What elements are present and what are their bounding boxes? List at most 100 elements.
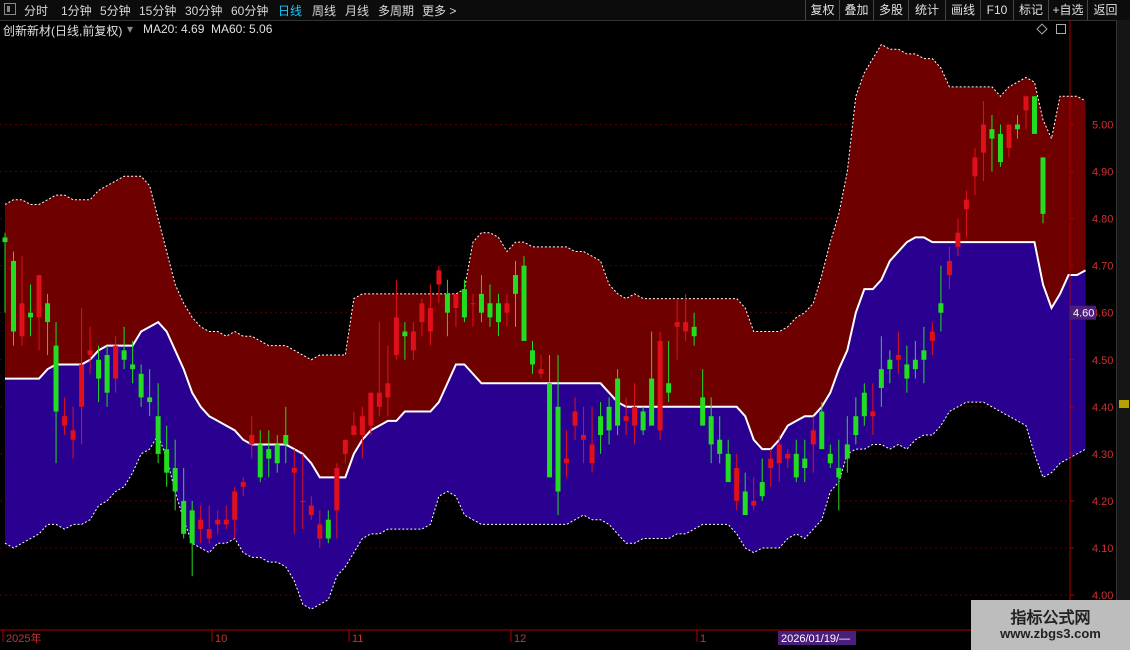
candle-body <box>768 458 774 468</box>
candle-body <box>717 439 723 454</box>
candle-body <box>62 416 68 426</box>
candle-body <box>351 425 357 436</box>
candle-body <box>385 383 391 398</box>
candle-body <box>495 303 501 323</box>
candle-body <box>938 303 944 313</box>
candle-body <box>836 467 842 478</box>
candle-body <box>453 293 459 308</box>
ma60-value: MA60: 5.06 <box>211 22 273 36</box>
candle-body <box>266 449 272 459</box>
candle-body <box>147 397 153 403</box>
candle-body <box>538 369 544 374</box>
watermark: 指标公式网 www.zbgs3.com <box>971 600 1130 650</box>
candle-body <box>734 467 740 501</box>
candle-body <box>257 444 263 478</box>
candle-body <box>980 124 986 153</box>
candle-body <box>45 303 51 323</box>
candle-body <box>164 449 170 473</box>
candle-body <box>802 458 808 468</box>
ma20-value: MA20: 4.69 <box>143 22 205 36</box>
candle-body <box>606 406 612 431</box>
candle-body <box>1014 124 1020 130</box>
candle-body <box>776 444 782 464</box>
candle-body <box>649 378 655 426</box>
candle-body <box>759 482 765 497</box>
candle-body <box>870 411 876 417</box>
candle-body <box>751 500 757 506</box>
candle-body <box>572 411 578 426</box>
candle-body <box>419 303 425 323</box>
candle-body <box>130 364 136 370</box>
candle-body <box>530 350 536 365</box>
candle-body <box>308 505 314 516</box>
candle-body <box>325 519 331 539</box>
candle-body <box>334 467 340 511</box>
candle-body <box>955 232 961 247</box>
candle-body <box>138 373 144 398</box>
candle-body <box>444 293 450 313</box>
watermark-url: www.zbgs3.com <box>1000 626 1101 641</box>
candle-body <box>461 289 467 318</box>
candle-body <box>198 519 204 530</box>
candle-body <box>113 345 119 379</box>
candle-body <box>240 482 246 487</box>
candle-body <box>929 331 935 341</box>
candle-body <box>853 416 859 436</box>
candle-body <box>861 392 867 417</box>
candle-body <box>11 260 17 332</box>
candle-body <box>555 406 561 492</box>
candle-body <box>232 491 238 520</box>
candle-body <box>632 406 638 426</box>
candle-body <box>223 519 229 525</box>
candle-body <box>972 157 978 177</box>
stock-title: 创新新材(日线,前复权) <box>3 24 123 38</box>
candle-body <box>598 416 604 436</box>
candle-body <box>121 350 127 360</box>
price-tick-label: 4.20 <box>1092 496 1113 508</box>
candle-body <box>79 364 85 407</box>
price-tick-label: 4.10 <box>1092 543 1113 555</box>
candle-body <box>28 312 34 318</box>
candle-body <box>393 317 399 356</box>
price-tick-label: 4.70 <box>1092 261 1113 273</box>
current-price-label: 4.60 <box>1073 308 1094 320</box>
candle-body <box>249 435 255 445</box>
candle-body <box>878 369 884 388</box>
candle-body <box>189 510 195 544</box>
candle-body <box>487 303 493 318</box>
crosshair-date-label: 2026/01/19/— <box>781 633 850 645</box>
title-dropdown-icon[interactable]: ▾ <box>127 22 133 36</box>
candle-body <box>512 275 518 294</box>
chart-info-bar: 创新新材(日线,前复权) ▾ MA20: 4.69 MA60: 5.06 <box>0 21 1070 38</box>
price-tick-label: 4.50 <box>1092 355 1113 367</box>
candle-body <box>700 397 706 426</box>
candle-body <box>300 500 306 502</box>
candle-body <box>912 359 918 370</box>
time-tick-label: 2025年 <box>6 631 41 645</box>
candle-body <box>172 467 178 492</box>
time-tick-label: 10 <box>215 633 227 645</box>
candle-body <box>402 331 408 337</box>
candle-body <box>725 453 731 483</box>
window-icon[interactable] <box>1056 24 1066 34</box>
candle-body <box>368 392 374 426</box>
candle-body <box>946 260 952 276</box>
candlestick-chart[interactable]: 4.004.104.204.304.404.504.604.704.804.90… <box>0 0 1130 650</box>
candle-body <box>793 453 799 478</box>
time-tick-label: 1 <box>700 633 706 645</box>
candle-body <box>887 359 893 370</box>
candle-body <box>427 307 433 332</box>
candle-body <box>291 467 297 473</box>
time-tick-label: 12 <box>514 633 526 645</box>
candle-body <box>674 322 680 327</box>
candle-body <box>564 458 570 464</box>
candle-body <box>215 519 221 525</box>
candle-body <box>376 392 382 407</box>
candle-body <box>547 383 553 478</box>
candle-body <box>53 345 59 412</box>
candle-body <box>785 453 791 459</box>
candle-body <box>819 411 825 450</box>
price-tick-label: 4.90 <box>1092 167 1113 179</box>
candle-body <box>317 524 323 539</box>
candle-body <box>19 303 25 337</box>
